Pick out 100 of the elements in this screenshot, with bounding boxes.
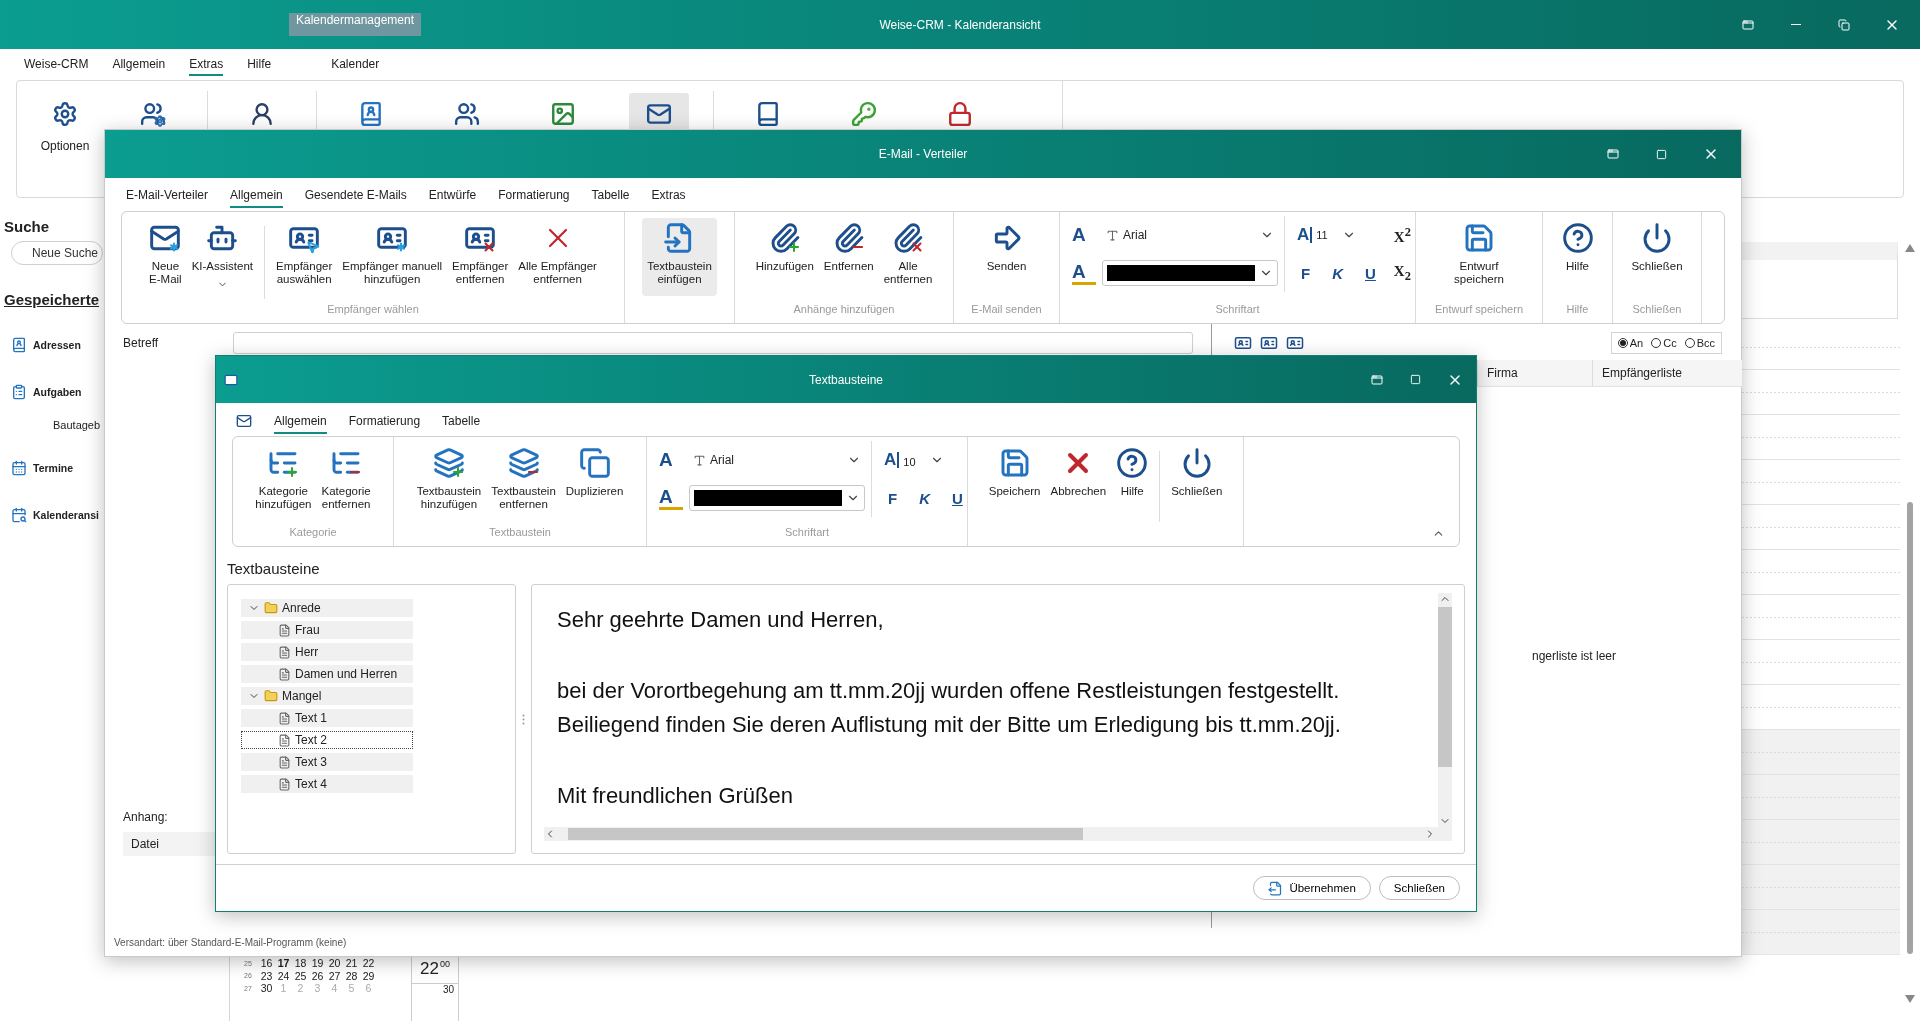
calendar-day[interactable]: 17: [275, 957, 292, 970]
calendar-day[interactable]: 24: [275, 969, 292, 982]
calendar-day[interactable]: 25: [292, 969, 309, 982]
save-draft-button[interactable]: Entwurf speichern: [1449, 218, 1509, 296]
contact-card-icon[interactable]: [1234, 334, 1252, 352]
tree-item[interactable]: Frau: [241, 621, 413, 639]
help-button[interactable]: Hilfe: [1556, 218, 1599, 296]
menu-item[interactable]: Allgemein: [112, 53, 166, 76]
close-button[interactable]: Schließen: [1626, 218, 1688, 296]
add-category-button[interactable]: Kategorie hinzufügen: [250, 443, 317, 521]
tab[interactable]: Gesendete E-Mails: [304, 188, 407, 208]
options-button[interactable]: Optionen: [29, 93, 101, 163]
remove-category-button[interactable]: Kategorie entfernen: [316, 443, 376, 521]
subscript-button[interactable]: X$_{2}$: [1393, 262, 1411, 284]
sidebar-item[interactable]: Termine: [0, 458, 74, 478]
text-editor[interactable]: [531, 584, 1465, 854]
save-button[interactable]: Speichern: [983, 443, 1046, 521]
column-header[interactable]: Empfängerliste: [1592, 360, 1742, 386]
menu-item[interactable]: Weise-CRM: [24, 53, 89, 76]
calendar-day[interactable]: 30: [258, 982, 275, 995]
tab[interactable]: Allgemein: [230, 188, 283, 208]
tree-item[interactable]: Damen und Herren: [241, 665, 413, 683]
horizontal-scrollbar[interactable]: [544, 827, 1452, 841]
recipient-type-radio[interactable]: Bcc: [1684, 337, 1715, 349]
new-search-button[interactable]: Neue Suche: [11, 241, 103, 265]
tree-item[interactable]: Mangel: [241, 687, 413, 705]
calendar-day[interactable]: 22: [360, 957, 377, 970]
tab[interactable]: Entwürfe: [428, 188, 477, 208]
font-size-select[interactable]: 10: [903, 456, 916, 468]
splitter-handle-icon[interactable]: [522, 713, 525, 725]
remove-text-block-button[interactable]: Textbaustein entfernen: [486, 443, 561, 521]
remove-all-attachments-button[interactable]: Alle entfernen: [878, 218, 938, 296]
remove-recipient-button[interactable]: Empfänger entfernen: [447, 218, 514, 296]
italic-button[interactable]: K: [1328, 264, 1347, 282]
tab[interactable]: Extras: [651, 188, 686, 208]
underline-button[interactable]: U: [948, 489, 967, 507]
tab[interactable]: Tabelle: [442, 414, 481, 434]
menu-item[interactable]: Hilfe: [247, 53, 272, 76]
superscript-button[interactable]: X$^{2}$: [1393, 224, 1411, 246]
apply-button[interactable]: Übernehmen: [1253, 876, 1371, 900]
calendar-day[interactable]: 19: [309, 957, 326, 970]
bold-button[interactable]: F: [884, 489, 902, 507]
calendar-day[interactable]: 18: [292, 957, 309, 970]
tab[interactable]: Formatierung: [498, 188, 570, 208]
cancel-button[interactable]: Abbrechen: [1045, 443, 1112, 521]
contact-card-icon[interactable]: [1286, 334, 1304, 352]
sidebar-item[interactable]: Kalenderansi: [0, 505, 99, 525]
recipient-type-radio[interactable]: An: [1617, 337, 1644, 349]
italic-button[interactable]: K: [915, 489, 934, 507]
remove-all-recipients-button[interactable]: Alle Empfänger entfernen: [513, 218, 602, 296]
font-family-select[interactable]: Arial: [689, 448, 865, 472]
font-color-select[interactable]: [689, 485, 865, 511]
close-button[interactable]: Schließen: [1378, 876, 1460, 900]
sidebar-item[interactable]: Bautageb: [0, 419, 101, 431]
calendar-day[interactable]: 29: [360, 969, 377, 982]
font-size-select[interactable]: 11: [1316, 228, 1328, 241]
tree-item[interactable]: Text 3: [241, 753, 413, 771]
remove-attachment-button[interactable]: Entfernen: [818, 218, 879, 296]
calendar-day[interactable]: 28: [343, 969, 360, 982]
calendar-day[interactable]: 26: [309, 969, 326, 982]
insert-text-button[interactable]: Textbaustein einfügen: [642, 218, 717, 296]
vertical-scrollbar[interactable]: [1438, 593, 1452, 827]
recipient-type-radio[interactable]: Cc: [1651, 337, 1677, 349]
scroll-up-icon[interactable]: [1905, 244, 1915, 252]
font-family-select[interactable]: Arial: [1102, 223, 1278, 247]
sidebar-item[interactable]: Aufgaben: [0, 382, 82, 402]
tab[interactable]: Tabelle: [591, 188, 630, 208]
ai-assistant-button[interactable]: KI-Assistent: [186, 218, 259, 296]
send-button[interactable]: Senden: [981, 218, 1032, 296]
new-email-button[interactable]: Neue E-Mail: [144, 218, 187, 296]
tree-item[interactable]: Text 1: [241, 709, 413, 727]
add-text-block-button[interactable]: Textbaustein hinzufügen: [411, 443, 487, 521]
menu-item[interactable]: Kalender: [331, 53, 380, 76]
add-attachment-button[interactable]: Hinzufügen: [750, 218, 819, 296]
sidebar-item[interactable]: Adressen: [0, 335, 81, 355]
tab[interactable]: Formatierung: [348, 414, 421, 434]
calendar-day[interactable]: 23: [258, 969, 275, 982]
calendar-day[interactable]: 20: [326, 957, 343, 970]
tree-item[interactable]: Herr: [241, 643, 413, 661]
tree-item[interactable]: Text 2: [241, 731, 413, 749]
tab[interactable]: Allgemein: [274, 414, 327, 434]
scroll-down-icon[interactable]: [1905, 995, 1915, 1003]
tab[interactable]: E-Mail-Verteiler: [126, 188, 209, 208]
subject-field[interactable]: [233, 332, 1193, 354]
calendar-day[interactable]: 21: [343, 957, 360, 970]
calendar-day[interactable]: 16: [258, 957, 275, 970]
select-recipients-button[interactable]: Empfänger auswählen: [271, 218, 338, 296]
add-recipient-button[interactable]: Empfänger manuell hinzufügen: [337, 218, 448, 296]
menu-item[interactable]: Extras: [189, 53, 224, 76]
calendar-day[interactable]: 27: [326, 969, 343, 982]
help-button[interactable]: Hilfe: [1111, 443, 1154, 521]
underline-button[interactable]: U: [1361, 264, 1380, 282]
duplicate-button[interactable]: Duplizieren: [560, 443, 629, 521]
close-button[interactable]: Schließen: [1166, 443, 1228, 521]
bold-button[interactable]: F: [1297, 264, 1315, 282]
contact-card-icon[interactable]: [1260, 334, 1278, 352]
tree-item[interactable]: Text 4: [241, 775, 413, 793]
font-color-select[interactable]: [1102, 260, 1278, 286]
tree-item[interactable]: Anrede: [241, 599, 413, 617]
envelope-icon[interactable]: [236, 413, 252, 429]
